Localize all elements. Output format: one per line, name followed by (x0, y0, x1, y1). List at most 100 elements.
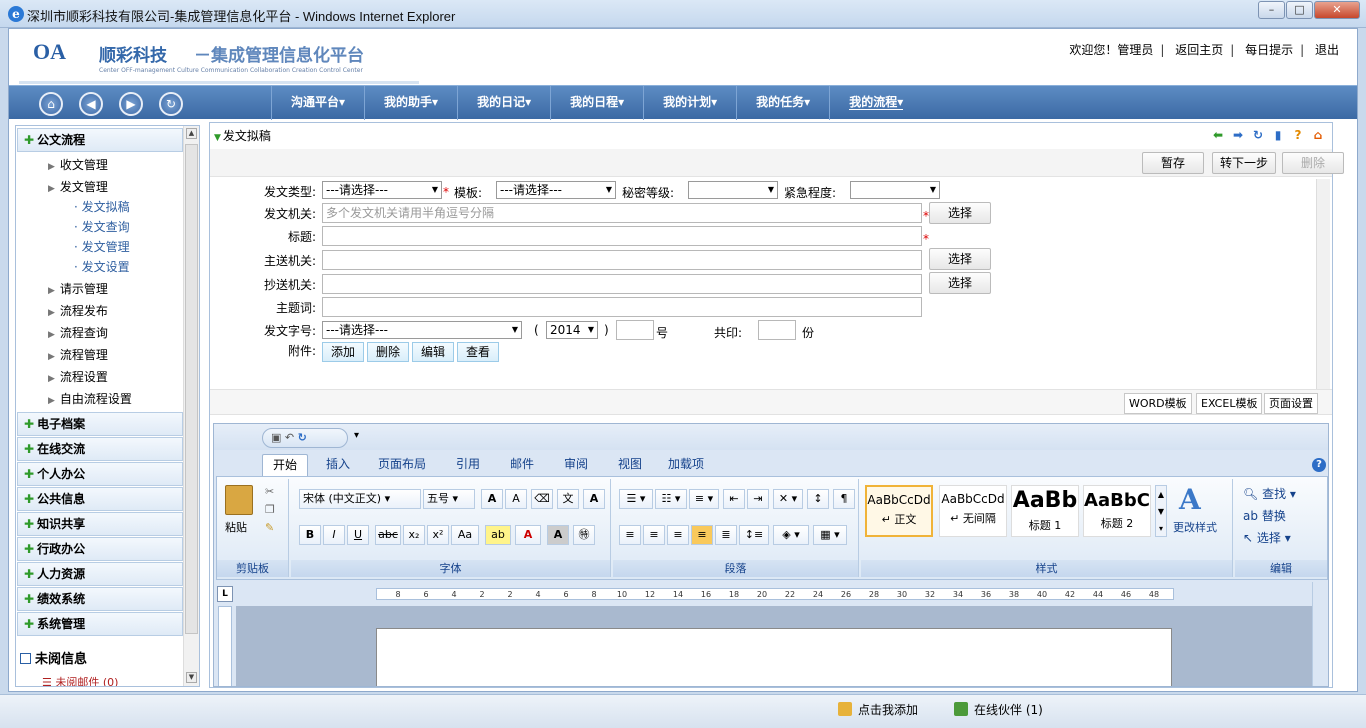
justify-icon[interactable]: ≡ (691, 525, 713, 545)
save-draft-button[interactable]: 暂存 (1142, 152, 1204, 174)
line-spacing-icon[interactable]: ↕≡ (739, 525, 769, 545)
year-select[interactable]: 2014 ▼ (546, 321, 598, 339)
nav-communication[interactable]: 沟通平台▾ (271, 86, 364, 120)
font-color-button[interactable]: A (515, 525, 541, 545)
enclose-char-button[interactable]: ㊕ (573, 525, 595, 545)
attach-add-button[interactable]: 添加 (322, 342, 364, 362)
sidebar-sub-query[interactable]: · 发文查询 (74, 218, 130, 235)
unread-title[interactable]: 未阅信息 (20, 648, 87, 667)
cut-icon[interactable]: ✂ (265, 485, 274, 498)
tab-references[interactable]: 引用 (456, 454, 480, 476)
home-link[interactable]: 返回主页 (1175, 41, 1223, 58)
main-send-input[interactable] (322, 250, 922, 270)
print-icon[interactable]: ▮ (1270, 127, 1286, 143)
sidebar-item-send[interactable]: ▶ 发文管理 (48, 178, 108, 195)
save-icon[interactable]: ▣ (271, 431, 281, 444)
sort-icon[interactable]: ↕ (807, 489, 829, 509)
format-painter-icon[interactable]: ✎ (265, 521, 274, 534)
secret-level-select[interactable]: ▼ (688, 181, 778, 199)
redo-icon[interactable]: ↻ (298, 431, 307, 444)
show-marks-icon[interactable]: ¶ (833, 489, 855, 509)
sidebar-group-performance[interactable]: ✚ 绩效系统 (17, 587, 183, 611)
sidebar-group-hr[interactable]: ✚ 人力资源 (17, 562, 183, 586)
find-button[interactable]: 🔍︎ 查找 ▾ (1243, 485, 1296, 502)
select-button[interactable]: ↖ 选择 ▾ (1243, 529, 1291, 546)
keyword-input[interactable] (322, 297, 922, 317)
doc-number-input[interactable] (616, 320, 654, 340)
copy-icon[interactable]: ❐ (265, 503, 275, 516)
grow-font-icon[interactable]: A (481, 489, 503, 509)
tab-view[interactable]: 视图 (618, 454, 642, 476)
sidebar-sub-settings[interactable]: · 发文设置 (74, 258, 130, 275)
logout-link[interactable]: 退出 (1315, 41, 1339, 58)
add-me-link[interactable]: 点击我添加 (838, 701, 918, 718)
document-page[interactable] (376, 628, 1172, 686)
back-arrow-icon[interactable]: ⬅ (1210, 127, 1226, 143)
horizontal-ruler[interactable]: 8 6 4 2 2 4 6 8 10 12 14 16 18 20 22 24 26 28 30 32 34 36 38 40… (376, 588, 1174, 600)
sidebar-group-public[interactable]: ✚ 公共信息 (17, 487, 183, 511)
home-icon[interactable]: ⌂ (39, 92, 63, 116)
style-heading-1[interactable]: AaBb 标题 1 (1011, 485, 1079, 537)
main-send-choose-button[interactable]: 选择 (929, 248, 991, 270)
close-button[interactable]: ✕ (1314, 1, 1360, 19)
word-scrollbar[interactable] (1312, 582, 1328, 686)
next-step-button[interactable]: 转下一步 (1212, 152, 1276, 174)
sidebar-group-workflow[interactable]: ✚ 公文流程 (17, 128, 183, 152)
scroll-up-icon[interactable]: ▲ (186, 128, 197, 139)
underline-button[interactable]: U (347, 525, 369, 545)
sidebar-item-flow-query[interactable]: ▶ 流程查询 (48, 324, 108, 341)
online-partners-link[interactable]: 在线伙伴 (1) (954, 701, 1043, 718)
print-count-input[interactable] (758, 320, 796, 340)
refresh-icon[interactable]: ↻ (159, 92, 183, 116)
sidebar-group-knowledge[interactable]: ✚ 知识共享 (17, 512, 183, 536)
delete-button[interactable]: 删除 (1282, 152, 1344, 174)
forward-icon[interactable]: ▶ (119, 92, 143, 116)
cc-choose-button[interactable]: 选择 (929, 272, 991, 294)
subscript-button[interactable]: x₂ (403, 525, 425, 545)
excel-template-button[interactable]: EXCEL模板 (1196, 393, 1263, 414)
highlight-button[interactable]: ab (485, 525, 511, 545)
doc-no-select[interactable]: ---请选择--- ▼ (322, 321, 522, 339)
vertical-ruler[interactable] (218, 606, 232, 686)
sidebar-item-flow-settings[interactable]: ▶ 流程设置 (48, 368, 108, 385)
increase-indent-icon[interactable]: ⇥ (747, 489, 769, 509)
align-left-icon[interactable]: ≡ (619, 525, 641, 545)
nav-schedule[interactable]: 我的日程▾ (550, 86, 643, 120)
sidebar-item-flow-manage[interactable]: ▶ 流程管理 (48, 346, 108, 363)
borders-icon[interactable]: ▦ ▾ (813, 525, 847, 545)
sidebar-group-admin[interactable]: ✚ 行政办公 (17, 537, 183, 561)
tab-stop-icon[interactable]: L (217, 586, 233, 602)
style-no-spacing[interactable]: AaBbCcDd ↵ 无间隔 (939, 485, 1007, 537)
refresh-small-icon[interactable]: ↻ (1250, 127, 1266, 143)
shading-icon[interactable]: ◈ ▾ (773, 525, 809, 545)
tab-mailings[interactable]: 邮件 (510, 454, 534, 476)
cc-input[interactable] (322, 274, 922, 294)
italic-button[interactable]: I (323, 525, 345, 545)
word-help-icon[interactable]: ? (1312, 458, 1326, 472)
nav-task[interactable]: 我的任务▾ (736, 86, 829, 120)
template-select[interactable]: ---请选择--- ▼ (496, 181, 616, 199)
asian-layout-icon[interactable]: ✕ ▾ (773, 489, 803, 509)
char-border-icon[interactable]: A (583, 489, 605, 509)
sidebar-group-personal[interactable]: ✚ 个人办公 (17, 462, 183, 486)
style-normal[interactable]: AaBbCcDd ↵ 正文 (865, 485, 933, 537)
sidebar-group-system[interactable]: ✚ 系统管理 (17, 612, 183, 636)
align-center-icon[interactable]: ≡ (643, 525, 665, 545)
scroll-down-icon[interactable]: ▼ (186, 672, 197, 683)
tips-link[interactable]: 每日提示 (1245, 41, 1293, 58)
paste-button[interactable]: 粘贴 (225, 519, 247, 535)
unread-mail[interactable]: ☰ 未阅邮件 (0) (42, 674, 118, 686)
styles-scroll-icon[interactable]: ▲ ▼ ▾ (1155, 485, 1167, 537)
nav-assistant[interactable]: 我的助手▾ (364, 86, 457, 120)
attach-delete-button[interactable]: 删除 (367, 342, 409, 362)
org-input[interactable]: 多个发文机关请用半角逗号分隔 (322, 203, 922, 223)
help-icon[interactable]: ? (1290, 127, 1306, 143)
sidebar-sub-draft[interactable]: · 发文拟稿 (74, 198, 130, 215)
bullets-icon[interactable]: ☰ ▾ (619, 489, 653, 509)
tab-review[interactable]: 审阅 (564, 454, 588, 476)
sidebar-item-free-flow[interactable]: ▶ 自由流程设置 (48, 390, 132, 407)
sidebar-item-receive[interactable]: ▶ 收文管理 (48, 156, 108, 173)
maximize-button[interactable]: □ (1286, 1, 1313, 19)
scroll-thumb[interactable] (185, 144, 198, 634)
urgency-select[interactable]: ▼ (850, 181, 940, 199)
